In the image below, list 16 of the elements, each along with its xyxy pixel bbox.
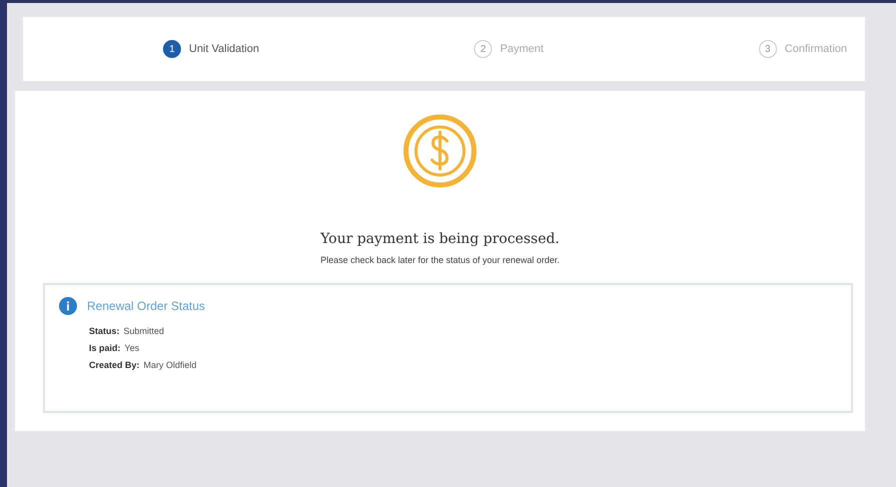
field-value: Submitted [124,325,164,338]
message-subtitle: Please check back later for the status of your renewal order. [320,255,560,265]
field-value: Mary Oldfield [144,359,197,372]
field-label: Created By: [89,359,140,372]
step-label: Unit Validation [189,43,260,55]
step-number: 3 [758,40,777,58]
step-number: 2 [474,40,492,58]
field-label: Is paid: [89,342,121,355]
panel-title: Renewal Order Status [87,299,206,313]
field-label: Status: [89,325,120,338]
step-number: 1 [163,40,181,58]
step-label: Payment [500,43,544,55]
step-label: Confirmation [784,43,847,55]
info-icon [59,297,77,315]
message-title: Your payment is being processed. [320,231,560,247]
field-value: Yes [124,342,140,355]
